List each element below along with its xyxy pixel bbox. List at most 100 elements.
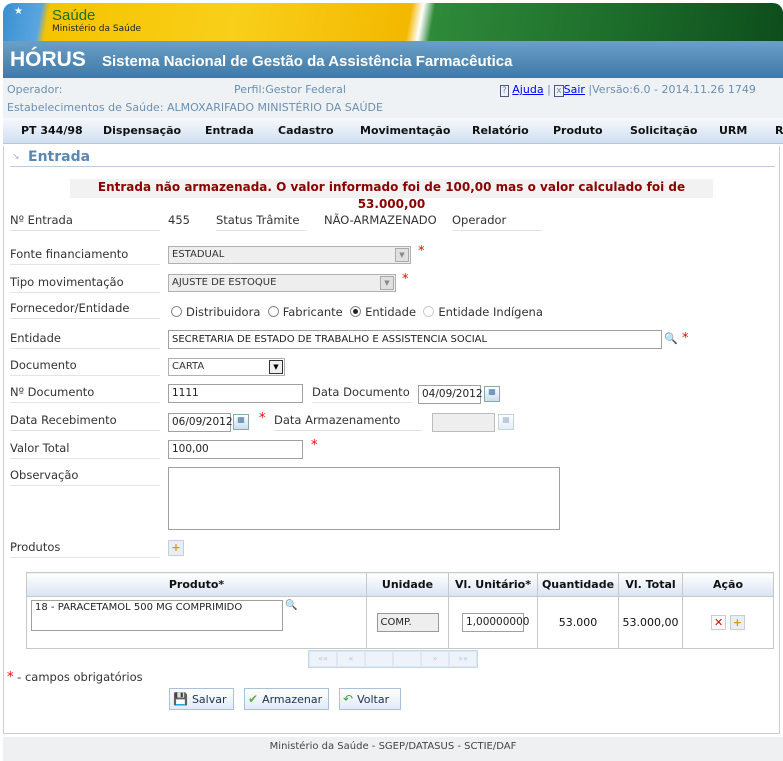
chevron-down-icon: ▼ [269, 360, 283, 374]
menu-dispensacao[interactable]: Dispensação [103, 124, 181, 137]
pager-next[interactable]: » [421, 651, 449, 667]
menu-solicitacao[interactable]: Solicitação [630, 124, 698, 137]
add-product-icon[interactable]: + [168, 540, 184, 556]
numero-label: Nº Entrada [10, 213, 160, 231]
error-message: Entrada não armazenada. O valor informad… [70, 179, 713, 211]
data-arm-input[interactable] [432, 413, 495, 432]
pager-page[interactable] [365, 651, 393, 667]
products-table: Produto* Unidade Vl. Unitário* Quantidad… [26, 572, 774, 649]
valor-input[interactable]: 100,00 [168, 440, 303, 459]
radio-entidade-indigena[interactable]: Entidade Indígena [423, 305, 543, 319]
entidade-input[interactable]: SECRETARIA DE ESTADO DE TRABALHO E ASSIS… [168, 330, 662, 349]
header-unidade: Unidade [366, 572, 449, 597]
title-divider [10, 166, 775, 167]
documento-value: CARTA [172, 361, 205, 372]
user-links: ? Ajuda | x Sair |Versão:6.0 - 2014.11.26… [500, 83, 756, 97]
help-link[interactable]: Ajuda [512, 83, 543, 96]
footer: Ministério da Saúde - SGEP/DATASUS - SCT… [3, 737, 783, 761]
fornecedor-label: Fornecedor/Entidade [10, 301, 160, 319]
menu-urm[interactable]: URM [719, 124, 747, 137]
pager-first[interactable]: «« [309, 651, 337, 667]
documento-label: Documento [10, 358, 160, 376]
menu-relatorio[interactable]: Relatório [472, 124, 529, 137]
separator: | [547, 83, 551, 96]
star-icon: ★ [14, 6, 23, 17]
check-icon: ✔ [248, 692, 259, 706]
entidade-label: Entidade [10, 331, 160, 349]
radio-distribuidora[interactable]: Distribuidora [171, 305, 260, 319]
tipo-label: Tipo movimentação [10, 275, 160, 293]
back-button[interactable]: ↶ Voltar [339, 688, 401, 710]
obs-label: Observação [10, 468, 160, 486]
calendar-icon[interactable]: ▦ [233, 414, 249, 430]
radio-entidade[interactable]: Entidade [350, 305, 416, 319]
delete-icon[interactable]: ✕ [711, 615, 727, 630]
status-value: NÃO-ARMAZENADO [324, 213, 437, 227]
logo-subtitle: Ministério da Saúde [52, 24, 142, 34]
fonte-label: Fonte financiamento [10, 247, 160, 265]
produto-input[interactable]: 18 - PARACETAMOL 500 MG COMPRIMIDO [31, 600, 283, 631]
num-doc-input[interactable]: 1111 [168, 384, 303, 403]
data-doc-label: Data Documento [312, 385, 412, 403]
data-rec-label: Data Recebimento [10, 413, 160, 431]
store-button[interactable]: ✔ Armazenar [244, 688, 329, 710]
save-button[interactable]: 💾 Salvar [169, 688, 234, 710]
menu-entrada[interactable]: Entrada [205, 124, 254, 137]
operator-label: Operador: [7, 83, 63, 96]
chevron-down-icon: ▼ [380, 276, 394, 290]
required-mark: * [259, 411, 266, 426]
required-mark: * [311, 438, 318, 453]
calendar-icon[interactable]: ▦ [484, 386, 500, 402]
fonte-value: ESTADUAL [172, 249, 225, 260]
data-doc-input[interactable]: 04/09/2012 [418, 385, 483, 404]
help-icon[interactable]: ? [500, 85, 509, 97]
tipo-select[interactable]: AJUSTE DE ESTOQUE ▼ [168, 274, 396, 292]
menu-movimentacao[interactable]: Movimentação [360, 124, 450, 137]
table-row: 18 - PARACETAMOL 500 MG COMPRIMIDO 🔍 COMP… [26, 596, 774, 649]
back-arrow-icon: ↶ [343, 692, 354, 706]
menu-produto[interactable]: Produto [553, 124, 603, 137]
total-value: 53.000,00 [618, 596, 683, 649]
required-mark: * [682, 331, 689, 346]
logout-link[interactable]: Sair [564, 83, 585, 96]
data-arm-label: Data Armazenamento [274, 413, 422, 431]
page-title: Entrada [28, 149, 91, 165]
operador-label: Operador [452, 213, 542, 231]
chevron-down-icon: ▼ [395, 248, 409, 262]
documento-select[interactable]: CARTA ▼ [168, 358, 285, 376]
produtos-label: Produtos [10, 540, 160, 558]
menu-cadastro[interactable]: Cadastro [278, 124, 334, 137]
header-banner [3, 3, 783, 41]
pager-page[interactable] [393, 651, 421, 667]
save-icon: 💾 [173, 692, 188, 706]
pager: «« « » »» [308, 650, 478, 668]
header-quantidade: Quantidade [537, 572, 619, 597]
quantidade-value: 53.000 [537, 596, 619, 649]
valor-label: Valor Total [10, 441, 160, 459]
header-unitario: Vl. Unitário* [448, 572, 538, 597]
radio-fabricante[interactable]: Fabricante [267, 305, 343, 319]
required-legend: * - campos obrigatórios [7, 670, 143, 685]
profile-label: Perfil:Gestor Federal [234, 83, 346, 96]
arrow-icon: ↘ [12, 152, 20, 162]
search-icon[interactable]: 🔍 [285, 600, 297, 611]
tipo-value: AJUSTE DE ESTOQUE [172, 277, 277, 288]
pager-prev[interactable]: « [337, 651, 365, 667]
menu-pt34498[interactable]: PT 344/98 [21, 124, 83, 137]
unitario-input[interactable]: 1,00000000 [462, 613, 529, 632]
obs-textarea[interactable] [168, 467, 560, 530]
establishment-label: Estabelecimentos de Saúde: ALMOXARIFADO … [7, 101, 383, 114]
search-icon[interactable]: 🔍 [664, 332, 678, 345]
fonte-select[interactable]: ESTADUAL ▼ [168, 246, 411, 264]
add-icon[interactable]: + [729, 615, 745, 630]
data-rec-input[interactable]: 06/09/2012 [168, 413, 233, 432]
required-mark: * [418, 244, 425, 259]
pager-last[interactable]: »» [449, 651, 477, 667]
numero-value: 455 [168, 213, 190, 227]
app-subtitle: Sistema Nacional de Gestão da Assistênci… [102, 53, 513, 70]
close-icon[interactable]: x [554, 85, 564, 97]
calendar-icon[interactable]: ▦ [498, 414, 514, 430]
version-label: |Versão:6.0 - 2014.11.26 1749 [588, 83, 756, 96]
status-label: Status Trâmite [216, 213, 306, 231]
menu-more[interactable]: Re [775, 124, 783, 137]
